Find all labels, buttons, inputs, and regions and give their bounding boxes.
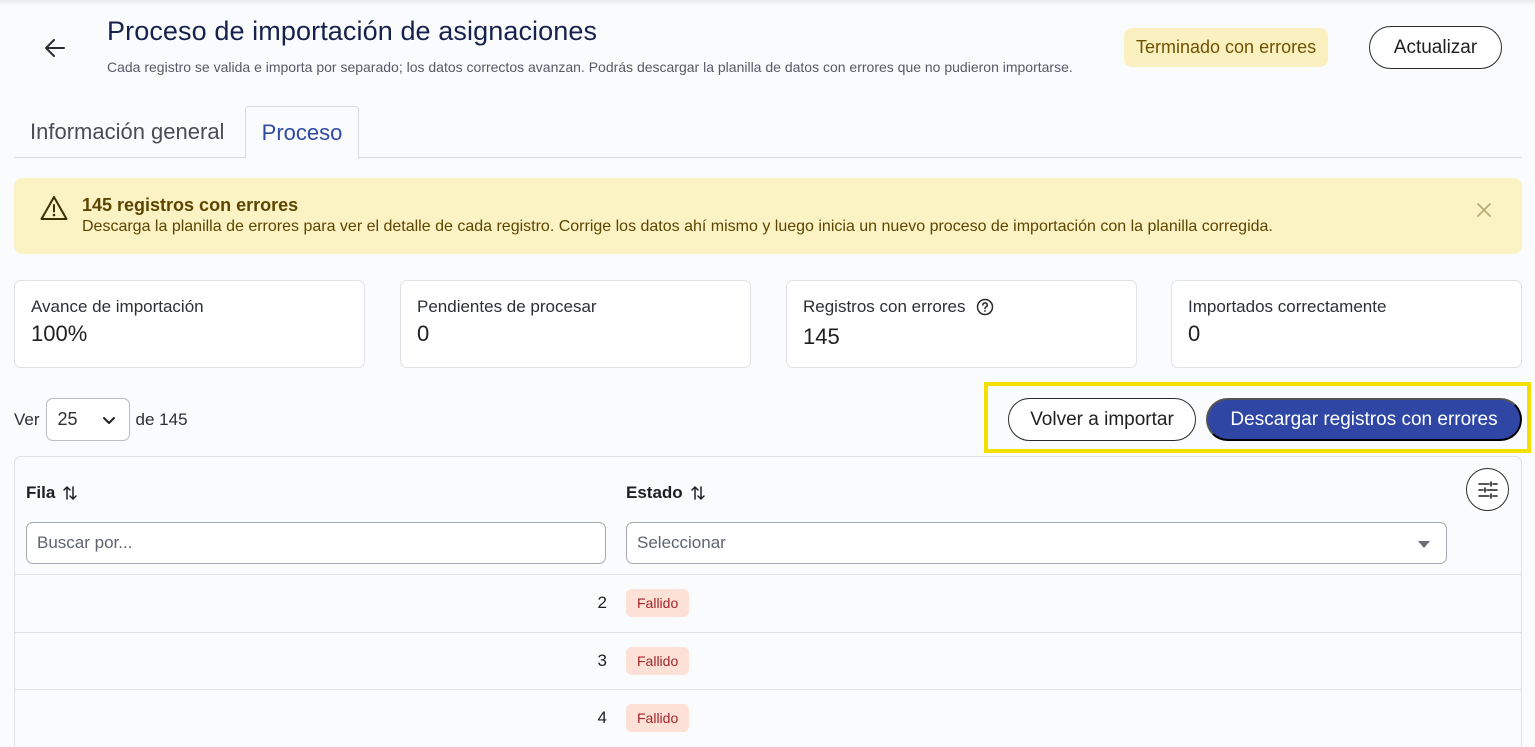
status-badge-fallido: Fallido bbox=[626, 704, 690, 732]
refresh-button[interactable]: Actualizar bbox=[1369, 26, 1502, 69]
status-badge-fallido: Fallido bbox=[626, 589, 690, 617]
stat-value: 145 bbox=[803, 324, 840, 349]
question-circle-icon[interactable] bbox=[976, 298, 994, 316]
stat-card-errores: Registros con errores 145 bbox=[786, 280, 1137, 368]
stat-label: Pendientes de procesar bbox=[417, 297, 597, 316]
column-label: Estado bbox=[626, 483, 683, 502]
warning-icon bbox=[40, 196, 68, 220]
alert-message: Descarga la planilla de errores para ver… bbox=[82, 218, 1273, 235]
back-button[interactable] bbox=[40, 33, 70, 63]
column-header-fila[interactable]: Fila bbox=[26, 483, 78, 503]
row-fila: 3 bbox=[597, 651, 607, 670]
row-fila: 2 bbox=[597, 593, 607, 612]
alert-title: 145 registros con errores bbox=[82, 195, 299, 215]
page-size-control: Ver 25 de 145 bbox=[14, 398, 188, 441]
sort-icon bbox=[690, 486, 705, 500]
column-header-estado[interactable]: Estado bbox=[626, 483, 705, 503]
table-row[interactable]: 4 Fallido bbox=[15, 689, 1521, 747]
search-input[interactable] bbox=[26, 522, 606, 564]
page-title: Proceso de importación de asignaciones bbox=[107, 16, 598, 46]
pager-suffix: de 145 bbox=[135, 409, 188, 429]
stat-label: Registros con errores bbox=[803, 297, 966, 316]
pager-prefix: Ver bbox=[14, 409, 40, 429]
stat-card-importados: Importados correctamente 0 bbox=[1171, 280, 1522, 368]
stat-card-avance: Avance de importación 100% bbox=[14, 280, 365, 368]
stat-label-wrap: Registros con errores bbox=[803, 297, 994, 317]
page-size-select[interactable]: 25 bbox=[45, 398, 130, 441]
stat-label: Avance de importación bbox=[31, 297, 204, 316]
records-table: Fila Estado Seleccionar 2 Fallido 3 Fall… bbox=[14, 456, 1522, 747]
stat-value: 0 bbox=[417, 321, 430, 346]
tab-bar: Información general Proceso bbox=[14, 106, 1522, 159]
page-subtitle: Cada registro se valida e importa por se… bbox=[107, 59, 1073, 75]
status-filter-placeholder: Seleccionar bbox=[637, 533, 726, 552]
top-shadow bbox=[0, 0, 1535, 6]
stat-card-pendientes: Pendientes de procesar 0 bbox=[400, 280, 751, 368]
status-badge-fallido: Fallido bbox=[626, 647, 690, 675]
chevron-down-icon bbox=[102, 417, 115, 424]
page-size-value: 25 bbox=[57, 409, 78, 429]
close-icon[interactable] bbox=[1474, 200, 1494, 220]
sliders-icon bbox=[1477, 480, 1498, 499]
stat-label: Importados correctamente bbox=[1188, 297, 1387, 316]
download-errors-button[interactable]: Descargar registros con errores bbox=[1206, 398, 1522, 441]
stat-value: 100% bbox=[31, 321, 88, 346]
column-label: Fila bbox=[26, 483, 56, 502]
status-badge: Terminado con errores bbox=[1124, 28, 1329, 67]
row-fila: 4 bbox=[597, 708, 607, 727]
status-filter-select[interactable]: Seleccionar bbox=[626, 522, 1447, 564]
tab-informacion-general[interactable]: Información general bbox=[30, 106, 224, 158]
arrow-left-icon bbox=[45, 39, 65, 57]
error-alert: 145 registros con errores Descarga la pl… bbox=[14, 178, 1522, 254]
table-row[interactable]: 3 Fallido bbox=[15, 632, 1521, 690]
table-row[interactable]: 2 Fallido bbox=[15, 574, 1521, 632]
sort-icon bbox=[63, 486, 78, 500]
column-settings-button[interactable] bbox=[1466, 468, 1509, 511]
stat-value: 0 bbox=[1188, 321, 1201, 346]
tab-proceso[interactable]: Proceso bbox=[245, 106, 359, 159]
caret-down-icon bbox=[1418, 541, 1430, 548]
reimport-button[interactable]: Volver a importar bbox=[1008, 398, 1196, 441]
